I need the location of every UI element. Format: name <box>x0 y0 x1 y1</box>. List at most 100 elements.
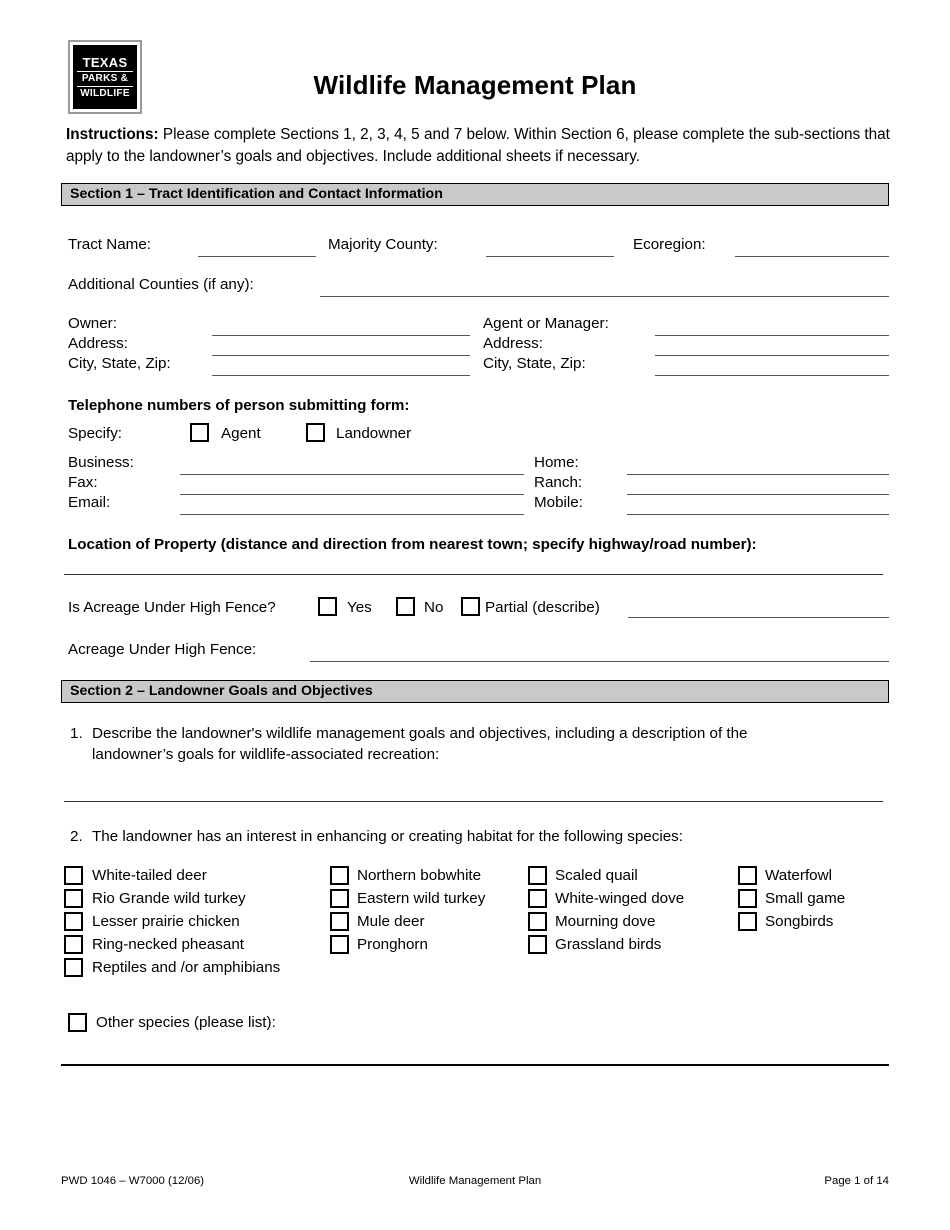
ranch-phone-field[interactable] <box>627 494 889 495</box>
page-footer: PWD 1046 – W7000 (12/06) Wildlife Manage… <box>61 1175 889 1191</box>
species-label: White-winged dove <box>555 890 685 907</box>
specify-agent-label: Agent <box>221 425 261 442</box>
species-label: Rio Grande wild turkey <box>92 890 246 907</box>
species-label: Northern bobwhite <box>357 867 482 884</box>
business-phone-field[interactable] <box>180 474 524 475</box>
agent-address-field[interactable] <box>655 355 889 356</box>
other-species-label: Other species (please list): <box>96 1014 276 1031</box>
agent-name-field[interactable] <box>655 335 889 336</box>
page-title: Wildlife Management Plan <box>313 70 637 100</box>
logo-text-texas: TEXAS <box>77 54 133 72</box>
high-fence-no-label: No <box>424 599 444 616</box>
acreage-under-high-fence-field[interactable] <box>310 661 889 662</box>
species-checkbox[interactable] <box>528 866 547 885</box>
species-label: Eastern wild turkey <box>357 890 486 907</box>
additional-counties-field[interactable] <box>320 296 889 297</box>
fax-label: Fax: <box>68 474 98 491</box>
location-of-property-heading: Location of Property (distance and direc… <box>68 536 757 553</box>
species-checkbox[interactable] <box>528 912 547 931</box>
species-checkbox[interactable] <box>528 935 547 954</box>
goal-item-1-line2: landowner’s goals for wildlife-associate… <box>92 746 440 763</box>
owner-city-state-zip-field[interactable] <box>212 375 470 376</box>
owner-address-field[interactable] <box>212 355 470 356</box>
section-divider-rule <box>61 1064 889 1066</box>
species-checkbox[interactable] <box>330 935 349 954</box>
high-fence-partial-checkbox[interactable] <box>461 597 480 616</box>
form-page: TEXAS PARKS & WILDLIFE Wildlife Manageme… <box>0 0 950 1230</box>
species-label: Small game <box>765 890 846 907</box>
species-checkbox[interactable] <box>330 912 349 931</box>
species-label: Mule deer <box>357 913 425 930</box>
agent-city-state-zip-label: City, State, Zip: <box>483 355 586 372</box>
footer-page-number: Page 1 of 14 <box>824 1175 889 1187</box>
species-checkbox[interactable] <box>528 889 547 908</box>
other-species-checkbox[interactable] <box>68 1013 87 1032</box>
high-fence-yes-label: Yes <box>347 599 372 616</box>
species-checkbox[interactable] <box>64 958 83 977</box>
section-2-heading: Section 2 – Landowner Goals and Objectiv… <box>61 680 889 703</box>
mobile-phone-field[interactable] <box>627 514 889 515</box>
tract-name-label: Tract Name: <box>68 236 151 253</box>
species-label: Pronghorn <box>357 936 428 953</box>
specify-agent-checkbox[interactable] <box>190 423 209 442</box>
high-fence-yes-checkbox[interactable] <box>318 597 337 616</box>
ranch-phone-label: Ranch: <box>534 474 583 491</box>
agent-city-state-zip-field[interactable] <box>655 375 889 376</box>
species-label: Reptiles and /or amphibians <box>92 959 281 976</box>
email-label: Email: <box>68 494 111 511</box>
owner-address-label: Address: <box>68 335 128 352</box>
owner-name-field[interactable] <box>212 335 470 336</box>
species-checkbox[interactable] <box>64 935 83 954</box>
species-label: Scaled quail <box>555 867 638 884</box>
location-of-property-field[interactable] <box>64 574 883 575</box>
mobile-phone-label: Mobile: <box>534 494 583 511</box>
majority-county-label: Majority County: <box>328 236 438 253</box>
instructions-label: Instructions: <box>66 126 159 143</box>
tract-name-field[interactable] <box>198 256 316 257</box>
species-checkbox[interactable] <box>738 866 757 885</box>
species-checkbox[interactable] <box>330 889 349 908</box>
additional-counties-label: Additional Counties (if any): <box>68 276 254 293</box>
instructions-text: Please complete Sections 1, 2, 3, 4, 5 a… <box>66 126 890 165</box>
specify-landowner-label: Landowner <box>336 425 412 442</box>
acreage-under-high-fence-label: Acreage Under High Fence: <box>68 641 257 658</box>
species-checkbox[interactable] <box>330 866 349 885</box>
email-field[interactable] <box>180 514 524 515</box>
goal-item-2-number: 2. <box>70 828 83 845</box>
home-phone-label: Home: <box>534 454 579 471</box>
owner-city-state-zip-label: City, State, Zip: <box>68 355 171 372</box>
agent-label: Agent or Manager: <box>483 315 609 332</box>
species-checkbox[interactable] <box>64 912 83 931</box>
species-checkbox[interactable] <box>738 889 757 908</box>
majority-county-field[interactable] <box>486 256 614 257</box>
home-phone-field[interactable] <box>627 474 889 475</box>
species-label: Lesser prairie chicken <box>92 913 240 930</box>
footer-document-title: Wildlife Management Plan <box>408 1175 542 1187</box>
telephone-heading: Telephone numbers of person submitting f… <box>68 397 410 414</box>
owner-label: Owner: <box>68 315 117 332</box>
species-checkbox[interactable] <box>64 866 83 885</box>
specify-label: Specify: <box>68 425 123 442</box>
goal-item-2-text: The landowner has an interest in enhanci… <box>92 828 683 845</box>
species-label: Songbirds <box>765 913 834 930</box>
section-1-heading: Section 1 – Tract Identification and Con… <box>61 183 889 206</box>
species-label: Mourning dove <box>555 913 656 930</box>
ecoregion-label: Ecoregion: <box>633 236 706 253</box>
high-fence-partial-label: Partial (describe) <box>485 599 600 616</box>
species-label: Grassland birds <box>555 936 662 953</box>
high-fence-no-checkbox[interactable] <box>396 597 415 616</box>
high-fence-question-label: Is Acreage Under High Fence? <box>68 599 276 616</box>
business-phone-label: Business: <box>68 454 134 471</box>
page-header: TEXAS PARKS & WILDLIFE Wildlife Manageme… <box>0 0 950 122</box>
instructions-block: Instructions: Please complete Sections 1… <box>66 124 890 167</box>
species-label: White-tailed deer <box>92 867 207 884</box>
species-checkbox[interactable] <box>64 889 83 908</box>
goal-item-1-number: 1. <box>70 725 83 742</box>
fax-field[interactable] <box>180 494 524 495</box>
ecoregion-field[interactable] <box>735 256 889 257</box>
specify-landowner-checkbox[interactable] <box>306 423 325 442</box>
goal-item-1-answer-field[interactable] <box>64 801 883 802</box>
high-fence-partial-describe-field[interactable] <box>628 617 889 618</box>
agent-address-label: Address: <box>483 335 543 352</box>
species-checkbox[interactable] <box>738 912 757 931</box>
